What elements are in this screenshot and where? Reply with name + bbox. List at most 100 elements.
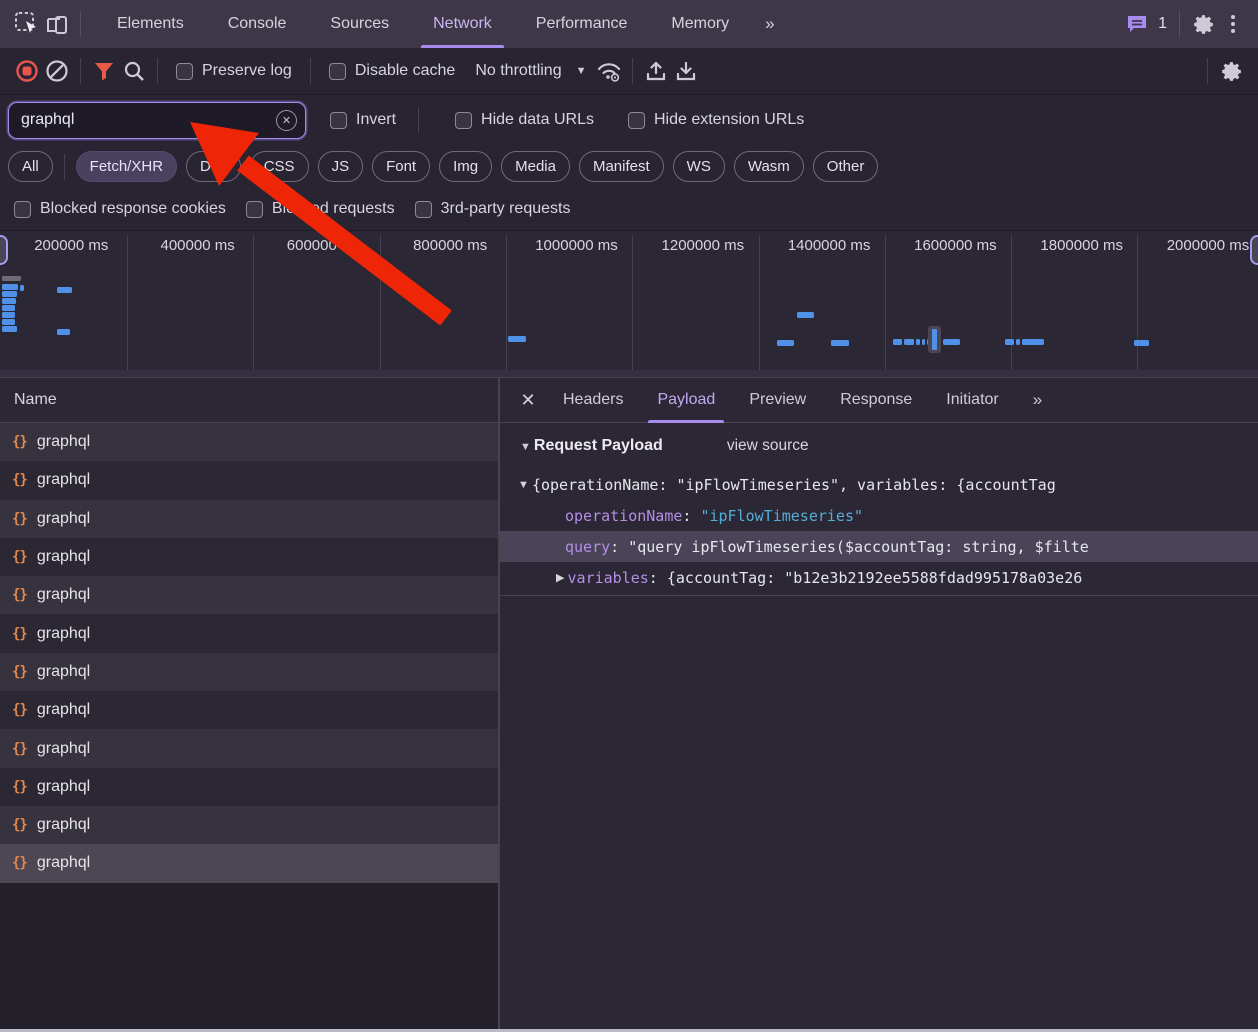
details-tab-headers[interactable]: Headers	[546, 378, 640, 423]
checkbox[interactable]	[628, 112, 645, 129]
details-tab-payload[interactable]: Payload	[640, 378, 732, 423]
details-tab-[interactable]: »	[1016, 378, 1057, 423]
table-row[interactable]: {}graphql	[0, 768, 498, 806]
request-details-panel: ✕ HeadersPayloadPreviewResponseInitiator…	[500, 378, 1258, 1029]
table-row[interactable]: {}graphql	[0, 461, 498, 499]
details-tab-initiator[interactable]: Initiator	[929, 378, 1015, 423]
payload-code-line[interactable]: operationName: "ipFlowTimeseries"	[500, 500, 1258, 531]
payload-code-line[interactable]: query: "query ipFlowTimeseries($accountT…	[500, 531, 1258, 562]
details-tab-response[interactable]: Response	[823, 378, 929, 423]
hide-data-urls-checkbox[interactable]: Hide data URLs	[455, 111, 594, 129]
table-row[interactable]: {}graphql	[0, 729, 498, 767]
filter-input[interactable]	[21, 111, 276, 129]
checkbox[interactable]	[415, 201, 432, 218]
checkbox[interactable]	[246, 201, 263, 218]
network-settings-gear-icon[interactable]	[1216, 56, 1246, 86]
code-token: {operationName: "ipFlowTimeseries", vari…	[532, 476, 1056, 494]
request-name: graphql	[37, 510, 90, 528]
collapse-triangle-icon[interactable]: ▼	[520, 441, 531, 453]
settings-gear-icon[interactable]	[1188, 9, 1218, 39]
tab-memory[interactable]: Memory	[649, 0, 751, 48]
tab-elements[interactable]: Elements	[95, 0, 206, 48]
table-row[interactable]: {}graphql	[0, 423, 498, 461]
inspect-element-icon[interactable]	[12, 9, 42, 39]
issues-icon[interactable]	[1122, 9, 1152, 39]
request-name: graphql	[37, 663, 90, 681]
overview-scroll-band	[0, 370, 1258, 377]
requests-panel: Name {}graphql{}graphql{}graphql{}graphq…	[0, 378, 500, 1029]
timeline-gridline	[1137, 235, 1138, 371]
request-name: graphql	[37, 854, 90, 872]
invert-checkbox[interactable]: Invert	[330, 111, 396, 129]
filter-chip-js[interactable]: JS	[318, 151, 364, 182]
table-row[interactable]: {}graphql	[0, 806, 498, 844]
filter-chip-other[interactable]: Other	[813, 151, 879, 182]
checkbox[interactable]	[455, 112, 472, 129]
json-icon: {}	[12, 779, 27, 795]
network-conditions-icon[interactable]	[594, 56, 624, 86]
request-payload-header[interactable]: ▼ Request Payload view source	[500, 437, 1258, 469]
disclosure-triangle-icon[interactable]: ▶	[556, 571, 568, 584]
filter-chip-fetchxhr[interactable]: Fetch/XHR	[76, 151, 177, 182]
filter-chip-font[interactable]: Font	[372, 151, 430, 182]
filter-chip-css[interactable]: CSS	[250, 151, 309, 182]
payload-code-line[interactable]: ▶ variables: {accountTag: "b12e3b2192ee5…	[500, 562, 1258, 593]
request-waterfall-bar	[904, 339, 914, 345]
disclosure-triangle-icon[interactable]: ▼	[518, 479, 532, 491]
overview-right-grip[interactable]	[1250, 235, 1258, 265]
import-har-icon[interactable]	[641, 56, 671, 86]
preserve-log-checkbox[interactable]: Preserve log	[176, 62, 292, 80]
record-network-log-icon[interactable]	[12, 56, 42, 86]
filter-chip-wasm[interactable]: Wasm	[734, 151, 804, 182]
device-toolbar-icon[interactable]	[42, 9, 72, 39]
divider	[64, 154, 65, 180]
overview-left-grip[interactable]	[0, 235, 8, 265]
network-overview-timeline[interactable]: 200000 ms400000 ms600000 ms800000 ms1000…	[0, 230, 1258, 378]
table-row[interactable]: {}graphql	[0, 576, 498, 614]
filter-chip-doc[interactable]: Doc	[186, 151, 241, 182]
view-source-link[interactable]: view source	[727, 437, 809, 455]
close-details-icon[interactable]: ✕	[510, 382, 546, 418]
filter-chip-all[interactable]: All	[8, 151, 53, 182]
table-row[interactable]: {}graphql	[0, 653, 498, 691]
divider	[80, 11, 81, 37]
table-row[interactable]: {}graphql	[0, 614, 498, 652]
checkbox[interactable]	[329, 63, 346, 80]
hide-extension-urls-checkbox[interactable]: Hide extension URLs	[628, 111, 804, 129]
table-row[interactable]: {}graphql	[0, 538, 498, 576]
checkbox[interactable]	[176, 63, 193, 80]
table-row[interactable]: {}graphql	[0, 691, 498, 729]
checkbox[interactable]	[330, 112, 347, 129]
flag-checkbox-blocked-response-cookies[interactable]: Blocked response cookies	[14, 200, 226, 218]
export-har-icon[interactable]	[671, 56, 701, 86]
filter-chip-manifest[interactable]: Manifest	[579, 151, 664, 182]
tab-[interactable]: »	[751, 0, 786, 48]
clear-filter-icon[interactable]: ✕	[276, 110, 297, 131]
flag-checkbox-3rd-party-requests[interactable]: 3rd-party requests	[415, 200, 571, 218]
tab-network[interactable]: Network	[411, 0, 514, 48]
throttling-select[interactable]: No throttling ▼	[475, 62, 586, 80]
disable-cache-checkbox[interactable]: Disable cache	[329, 62, 456, 80]
more-options-icon[interactable]	[1218, 9, 1248, 39]
flag-checkbox-blocked-requests[interactable]: Blocked requests	[246, 200, 395, 218]
filter-chip-media[interactable]: Media	[501, 151, 570, 182]
filter-chip-img[interactable]: Img	[439, 151, 492, 182]
checkbox[interactable]	[14, 201, 31, 218]
request-waterfall-bar	[2, 298, 16, 304]
filter-input-box[interactable]: ✕	[8, 102, 306, 139]
table-row[interactable]: {}graphql	[0, 844, 498, 882]
tab-sources[interactable]: Sources	[308, 0, 411, 48]
clear-network-log-icon[interactable]	[42, 56, 72, 86]
filter-chip-ws[interactable]: WS	[673, 151, 725, 182]
timeline-tick-label: 1800000 ms	[1040, 237, 1123, 254]
code-token: "ipFlowTimeseries"	[700, 507, 863, 525]
payload-code-line[interactable]: ▼ {operationName: "ipFlowTimeseries", va…	[500, 469, 1258, 500]
filter-icon[interactable]	[89, 56, 119, 86]
tab-console[interactable]: Console	[206, 0, 309, 48]
details-tab-preview[interactable]: Preview	[732, 378, 823, 423]
request-name: graphql	[37, 471, 90, 489]
search-icon[interactable]	[119, 56, 149, 86]
name-column-header[interactable]: Name	[0, 378, 498, 423]
tab-performance[interactable]: Performance	[514, 0, 650, 48]
table-row[interactable]: {}graphql	[0, 500, 498, 538]
